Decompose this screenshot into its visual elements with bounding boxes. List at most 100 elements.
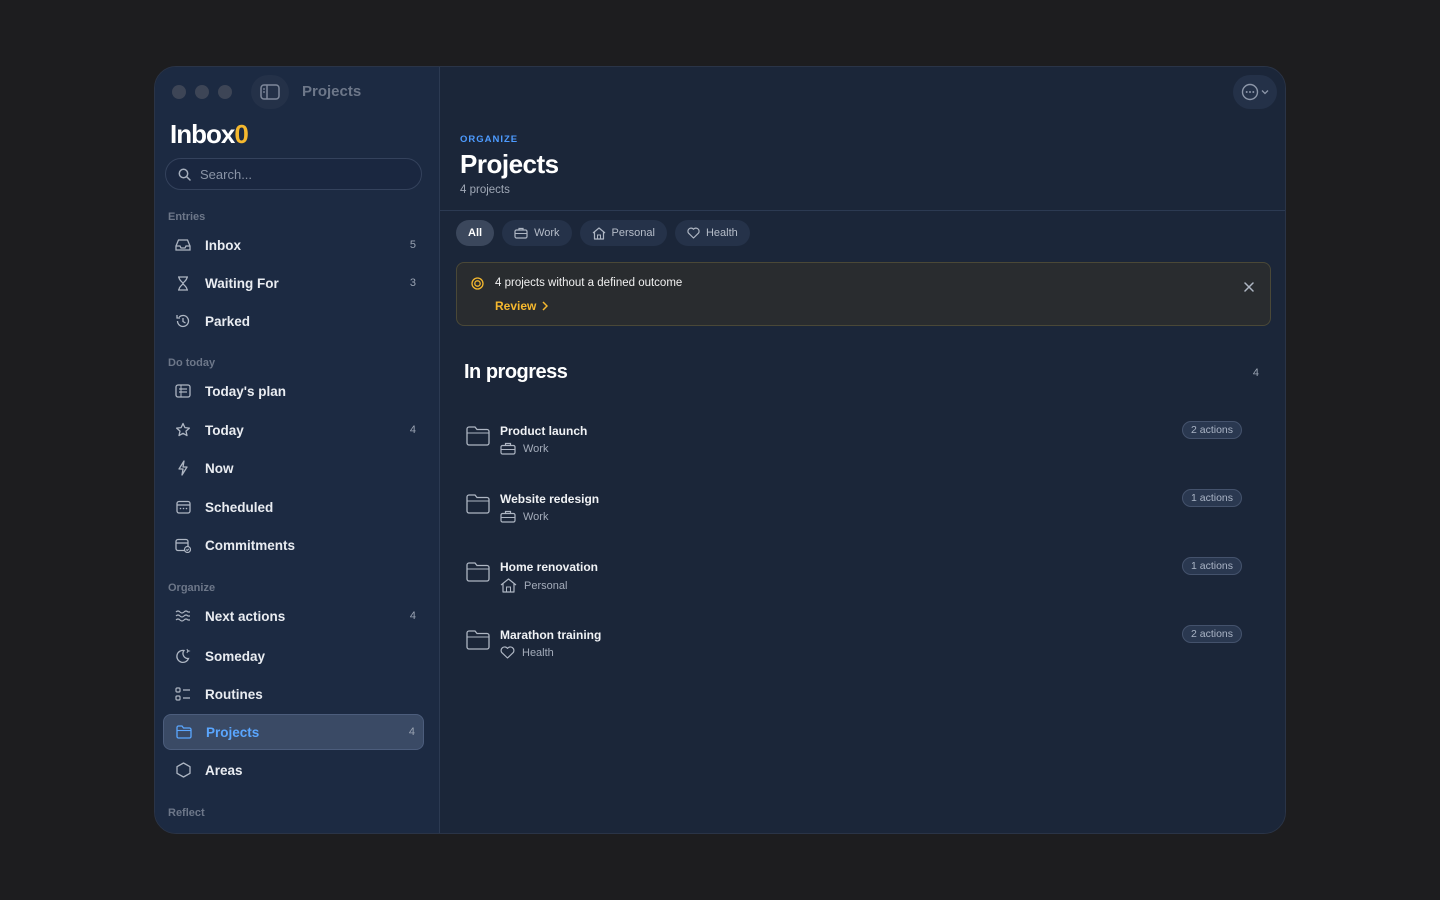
folder-icon: [466, 562, 490, 587]
section-label-reflect: Reflect: [168, 807, 205, 819]
project-area-label: Health: [522, 646, 554, 659]
filter-chip-label: Work: [534, 227, 560, 239]
sidebar-item-now[interactable]: Now: [163, 450, 424, 486]
filter-chip-label: Health: [705, 227, 738, 239]
briefcase-icon: [514, 227, 528, 239]
history-icon: [175, 313, 191, 329]
main-content: Projects ORGANIZE Projects 4 projects Al…: [302, 67, 1285, 833]
project-area-label: Work: [523, 510, 549, 523]
sidebar-item-label: Routines: [205, 686, 263, 702]
chevron-down-icon: [1261, 90, 1269, 95]
sidebar-item-label: Today's plan: [205, 383, 286, 399]
target-icon: [471, 277, 484, 295]
sidebar-item-label: Next actions: [205, 608, 286, 624]
banner-message: 4 projects without a defined outcome: [495, 277, 683, 289]
sidebar-item-commitments[interactable]: Commitments: [163, 527, 424, 563]
search-field[interactable]: Search...: [165, 158, 422, 190]
project-area: Work: [500, 510, 548, 523]
sidebar-item-count: 4: [408, 726, 415, 738]
sidebar-item-label: Commitments: [205, 537, 296, 553]
zoom-window-button[interactable]: [218, 85, 232, 99]
project-area: Health: [500, 646, 554, 659]
calendar-check-icon: [175, 537, 191, 553]
hexagon-icon: [175, 762, 191, 778]
sidebar-item-scheduled[interactable]: Scheduled: [163, 489, 424, 525]
sidebar-item-inbox[interactable]: Inbox 5: [163, 227, 424, 263]
calendar-icon: [175, 499, 191, 515]
home-icon: [500, 578, 517, 593]
sidebar-item-label: Someday: [205, 648, 266, 664]
filter-chip-health[interactable]: Health: [674, 220, 750, 246]
sidebar-item-today[interactable]: Today 4: [163, 412, 424, 448]
dismiss-banner-button[interactable]: [1244, 279, 1254, 297]
filter-chip-label: All: [468, 227, 483, 239]
group-count: 4: [1252, 367, 1259, 379]
search-placeholder: Search...: [200, 166, 253, 182]
sidebar-item-label: Parked: [205, 313, 251, 329]
close-window-button[interactable]: [172, 85, 186, 99]
sidebar-toggle-button[interactable]: [251, 75, 289, 109]
filter-chip-work[interactable]: Work: [502, 220, 572, 246]
project-row[interactable]: Website redesign Work 1 actions: [464, 489, 1264, 536]
sidebar-item-todays-plan[interactable]: Today's plan: [163, 373, 424, 409]
sidebar-item-count: 3: [409, 277, 416, 289]
project-row[interactable]: Product launch Work 2 actions: [464, 421, 1264, 468]
sidebar-item-count: 5: [409, 239, 416, 251]
more-options-button[interactable]: [1233, 75, 1277, 109]
sidebar-item-label: Scheduled: [205, 499, 274, 515]
header-divider: [440, 210, 1285, 211]
heart-icon: [500, 646, 515, 659]
sidebar-item-count: 4: [409, 610, 416, 622]
section-label-organize: Organize: [168, 582, 216, 594]
sidebar-item-count: 4: [409, 424, 416, 436]
plan-list-icon: [175, 383, 191, 399]
filter-bar: All Work Personal Health: [456, 220, 750, 246]
sidebar-item-parked[interactable]: Parked: [163, 303, 424, 339]
actions-count-badge: 2 actions: [1181, 421, 1242, 439]
close-icon: [1244, 282, 1254, 292]
folder-icon: [466, 426, 490, 451]
folder-icon: [176, 724, 192, 740]
missing-outcome-banner: 4 projects without a defined outcome Rev…: [456, 262, 1271, 326]
checklist-icon: [175, 686, 191, 702]
bolt-icon: [175, 460, 191, 476]
sidebar-icon: [260, 84, 280, 100]
project-name: Home renovation: [500, 560, 599, 574]
project-area-label: Work: [523, 442, 549, 455]
sidebar-item-label: Now: [205, 460, 234, 476]
sidebar-item-projects[interactable]: Projects 4: [163, 714, 424, 750]
project-area: Personal: [500, 578, 567, 593]
sidebar-item-someday[interactable]: Someday: [163, 638, 424, 674]
sidebar-item-label: Inbox: [205, 237, 241, 253]
window-title: Projects: [302, 83, 362, 100]
app-logo: Inbox0: [170, 119, 249, 149]
sidebar-item-routines[interactable]: Routines: [163, 676, 424, 712]
project-row[interactable]: Marathon training Health 2 actions: [464, 625, 1264, 672]
sidebar-item-areas[interactable]: Areas: [163, 752, 424, 788]
moon-icon: [175, 648, 191, 664]
group-title: In progress: [464, 361, 568, 383]
sidebar-item-next-actions[interactable]: Next actions 4: [163, 598, 424, 634]
page-title: Projects: [460, 149, 559, 179]
minimize-window-button[interactable]: [195, 85, 209, 99]
sidebar: Inbox0 Search... Entries Inbox 5 Waiting…: [155, 67, 440, 833]
sidebar-item-label: Today: [205, 422, 244, 438]
sidebar-item-label: Projects: [206, 724, 260, 740]
filter-chip-all[interactable]: All: [456, 220, 495, 246]
waves-icon: [175, 608, 191, 624]
sidebar-item-label: Waiting For: [205, 275, 279, 291]
folder-icon: [466, 494, 490, 519]
briefcase-icon: [500, 442, 516, 455]
section-label-do-today: Do today: [168, 357, 216, 369]
briefcase-icon: [500, 510, 516, 523]
sidebar-item-waiting-for[interactable]: Waiting For 3: [163, 265, 424, 301]
project-area-label: Personal: [524, 579, 568, 592]
filter-chip-personal[interactable]: Personal: [579, 220, 667, 246]
project-name: Website redesign: [500, 492, 600, 506]
filter-chip-label: Personal: [611, 227, 655, 239]
page-eyebrow: ORGANIZE: [460, 134, 519, 145]
home-icon: [592, 226, 605, 240]
page-subtitle: 4 projects: [460, 184, 510, 196]
project-row[interactable]: Home renovation Personal 1 actions: [464, 557, 1264, 604]
review-link[interactable]: Review: [495, 299, 549, 313]
